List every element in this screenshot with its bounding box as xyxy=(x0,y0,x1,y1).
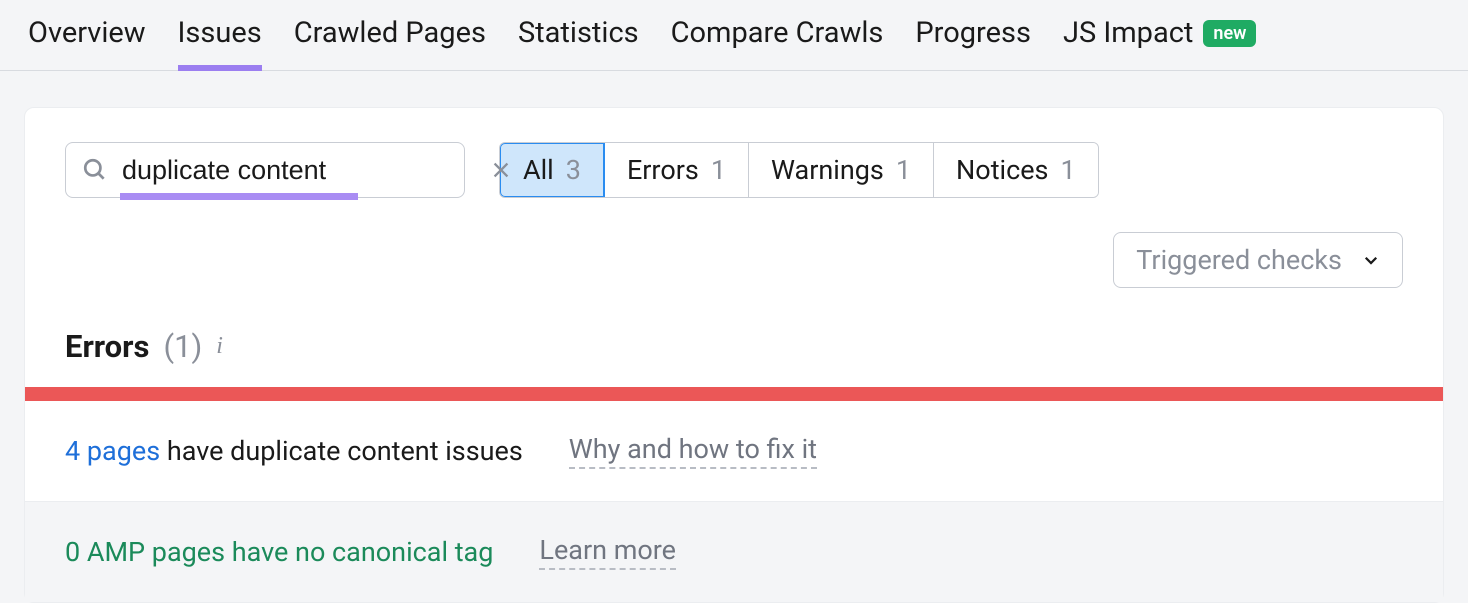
tab-overview[interactable]: Overview xyxy=(28,16,146,70)
issue-row: 0 AMP pages have no canonical tag Learn … xyxy=(25,502,1443,602)
issue-text: 4 pages have duplicate content issues xyxy=(65,435,523,467)
panel-toolbar: All 3 Errors 1 Warnings 1 Notices 1 Trig… xyxy=(25,108,1443,316)
filter-errors[interactable]: Errors 1 xyxy=(605,143,749,197)
tab-progress[interactable]: Progress xyxy=(915,16,1031,70)
dropdown-label: Triggered checks xyxy=(1136,244,1342,276)
tab-statistics[interactable]: Statistics xyxy=(518,16,639,70)
issue-rest: have duplicate content issues xyxy=(160,435,523,467)
learn-more-link[interactable]: Learn more xyxy=(539,534,676,570)
filter-label: Notices xyxy=(956,154,1048,186)
filter-warnings[interactable]: Warnings 1 xyxy=(749,143,934,197)
tab-issues[interactable]: Issues xyxy=(178,16,262,70)
info-icon[interactable]: i xyxy=(216,333,223,360)
tab-crawled-pages[interactable]: Crawled Pages xyxy=(294,16,486,70)
filter-notices[interactable]: Notices 1 xyxy=(934,143,1098,197)
tab-compare-crawls[interactable]: Compare Crawls xyxy=(671,16,884,70)
errors-bar xyxy=(25,387,1443,401)
triggered-checks-dropdown[interactable]: Triggered checks xyxy=(1113,232,1403,288)
filter-group: All 3 Errors 1 Warnings 1 Notices 1 xyxy=(499,142,1099,198)
new-badge: new xyxy=(1203,20,1256,47)
filter-all[interactable]: All 3 xyxy=(499,142,605,198)
filter-count: 1 xyxy=(896,154,911,186)
main-tabs: Overview Issues Crawled Pages Statistics… xyxy=(0,0,1468,71)
fix-link[interactable]: Why and how to fix it xyxy=(569,433,817,469)
search-icon xyxy=(82,157,108,183)
search-input[interactable] xyxy=(122,155,476,186)
filter-count: 1 xyxy=(1060,154,1075,186)
issue-text: 0 AMP pages have no canonical tag xyxy=(65,536,493,568)
tab-label: JS Impact xyxy=(1063,16,1193,50)
section-count: (1) xyxy=(163,328,202,365)
section-title: Errors xyxy=(65,328,149,365)
filter-label: All xyxy=(523,154,554,186)
errors-section-header: Errors (1) i xyxy=(25,316,1443,387)
clear-icon[interactable] xyxy=(490,159,512,181)
filter-count: 3 xyxy=(566,154,581,186)
filter-count: 1 xyxy=(711,154,726,186)
filter-label: Warnings xyxy=(771,154,884,186)
filter-label: Errors xyxy=(627,154,699,186)
search-box xyxy=(65,142,465,198)
issue-pages-link[interactable]: 4 pages xyxy=(65,435,160,467)
tab-js-impact[interactable]: JS Impact new xyxy=(1063,16,1257,70)
search-highlight xyxy=(120,193,358,200)
issue-row: 4 pages have duplicate content issues Wh… xyxy=(25,401,1443,502)
issues-panel: All 3 Errors 1 Warnings 1 Notices 1 Trig… xyxy=(24,107,1444,603)
chevron-down-icon xyxy=(1362,251,1380,269)
